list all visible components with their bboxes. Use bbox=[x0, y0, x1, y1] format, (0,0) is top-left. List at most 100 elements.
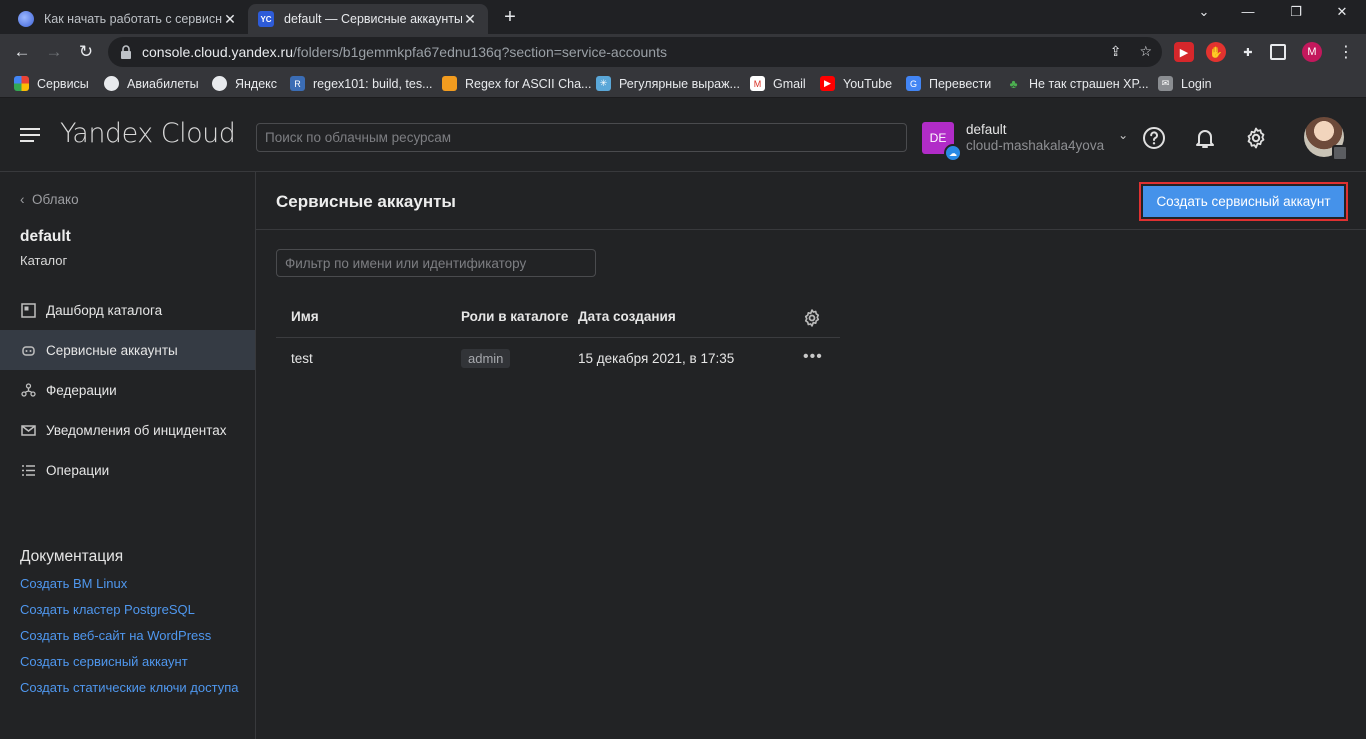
user-avatar[interactable] bbox=[1304, 117, 1348, 161]
apps-icon bbox=[14, 76, 29, 91]
sidebar-item-label: Федерации bbox=[46, 382, 117, 398]
doc-link-create-vm[interactable]: Создать ВМ Linux bbox=[20, 576, 240, 592]
column-header-name[interactable]: Имя bbox=[291, 309, 319, 324]
create-service-account-button[interactable]: Создать сервисный аккаунт bbox=[1143, 186, 1344, 217]
bookmarks-bar: Сервисы Авиабилеты Яндекс R regex101: bu… bbox=[0, 70, 1366, 98]
lock-icon bbox=[121, 45, 131, 59]
sidebar-item-service-accounts[interactable]: Сервисные аккаунты bbox=[0, 330, 255, 370]
gmail-icon: M bbox=[750, 76, 765, 91]
new-tab-icon[interactable]: + bbox=[498, 6, 522, 29]
bookmark-label: regex101: build, tes... bbox=[313, 76, 433, 91]
url-host: console.cloud.yandex.ru bbox=[142, 44, 293, 60]
settings-gear-icon[interactable] bbox=[1244, 126, 1268, 150]
sidebar-item-dashboard[interactable]: Дашборд каталога bbox=[0, 290, 255, 330]
bookmark-gmail[interactable]: M Gmail bbox=[750, 76, 806, 91]
search-input[interactable] bbox=[256, 123, 907, 152]
tree-icon: ♣ bbox=[1009, 76, 1018, 91]
translate-icon: G bbox=[906, 76, 921, 91]
folder-name: default bbox=[966, 122, 1007, 137]
table-row[interactable]: test admin 15 декабря 2021, в 17:35 ••• bbox=[276, 338, 840, 382]
robot-icon bbox=[20, 342, 36, 358]
filter-input[interactable] bbox=[276, 249, 596, 277]
adblock-icon[interactable]: ✋ bbox=[1206, 42, 1226, 62]
browser-tab-strip: Как начать работать с сервисны ✕ YC defa… bbox=[0, 0, 1366, 34]
minimize-icon[interactable]: — bbox=[1228, 4, 1268, 19]
row-actions-icon[interactable]: ••• bbox=[803, 348, 823, 366]
sidebar-item-operations[interactable]: Операции bbox=[0, 450, 255, 490]
bookmark-regex101[interactable]: R regex101: build, tes... bbox=[290, 76, 433, 91]
doc-link-static-keys[interactable]: Создать статические ключи доступа bbox=[20, 680, 240, 696]
bookmark-label: Regex for ASCII Cha... bbox=[465, 76, 592, 91]
puzzle-icon[interactable]: ✚ bbox=[1238, 42, 1258, 62]
back-to-cloud-link[interactable]: ‹ Облако bbox=[20, 192, 79, 207]
back-label: Облако bbox=[32, 192, 79, 207]
doc-link-wordpress[interactable]: Создать веб-сайт на WordPress bbox=[20, 628, 240, 644]
reload-icon[interactable]: ↻ bbox=[74, 40, 98, 64]
mail-icon: ✉ bbox=[1158, 76, 1173, 91]
cloud-icon: ☁ bbox=[944, 144, 962, 162]
forward-arrow-icon[interactable]: → bbox=[42, 40, 66, 64]
extension-red-icon[interactable]: ▶ bbox=[1174, 42, 1194, 62]
menu-icon[interactable] bbox=[20, 128, 40, 144]
close-icon[interactable]: ✕ bbox=[462, 11, 478, 28]
star-icon[interactable]: ☆ bbox=[1139, 43, 1152, 60]
address-bar[interactable]: console.cloud.yandex.ru /folders/b1gemmk… bbox=[108, 37, 1162, 67]
sidebar-item-label: Операции bbox=[46, 462, 110, 478]
sidebar-nav: Дашборд каталога Сервисные аккаунты Феде… bbox=[0, 290, 255, 490]
sidepanel-icon[interactable] bbox=[1270, 44, 1286, 60]
dashboard-icon bbox=[20, 302, 36, 318]
bookmark-yandex[interactable]: Яндекс bbox=[212, 76, 277, 91]
app-header: Yandex Cloud DE ☁ default cloud-mashakal… bbox=[0, 98, 1366, 172]
bookmark-label: Сервисы bbox=[37, 76, 89, 91]
column-header-created[interactable]: Дата создания bbox=[578, 309, 676, 324]
bookmark-label: Login bbox=[1181, 76, 1212, 91]
bookmark-regexp-ru[interactable]: ✳ Регулярные выраж... bbox=[596, 76, 740, 91]
globe-icon bbox=[212, 76, 227, 91]
back-arrow-icon[interactable]: ← bbox=[10, 40, 34, 64]
kebab-menu-icon[interactable]: ⋮ bbox=[1336, 42, 1356, 62]
tab-title: Как начать работать с сервисны bbox=[44, 12, 222, 26]
globe-icon bbox=[104, 76, 119, 91]
folder-avatar: DE ☁ bbox=[922, 122, 962, 162]
page-title: Сервисные аккаунты bbox=[276, 192, 456, 211]
help-icon[interactable] bbox=[1142, 126, 1166, 150]
sidebar-folder-name: default bbox=[20, 228, 71, 245]
close-window-icon[interactable]: ✕ bbox=[1322, 4, 1362, 20]
doc-link-postgresql[interactable]: Создать кластер PostgreSQL bbox=[20, 602, 240, 618]
sidebar-item-federations[interactable]: Федерации bbox=[0, 370, 255, 410]
share-icon[interactable]: ⇪ bbox=[1110, 43, 1122, 60]
bookmark-label: YouTube bbox=[843, 76, 893, 91]
yandex-cloud-logo[interactable]: Yandex Cloud bbox=[60, 118, 236, 149]
browser-tab-2[interactable]: YC default — Сервисные аккаунты ✕ bbox=[248, 4, 488, 34]
bookmark-login[interactable]: ✉ Login bbox=[1158, 76, 1212, 91]
browser-tab-1[interactable]: Как начать работать с сервисны ✕ bbox=[8, 4, 248, 34]
close-icon[interactable]: ✕ bbox=[222, 11, 238, 28]
bell-icon[interactable] bbox=[1193, 126, 1217, 150]
envelope-icon bbox=[20, 422, 36, 438]
account-switcher[interactable]: DE ☁ default cloud-mashakala4yova ⌄ bbox=[922, 122, 1129, 162]
bookmark-avia[interactable]: Авиабилеты bbox=[104, 76, 199, 91]
bookmark-label: Перевести bbox=[929, 76, 992, 91]
sidebar-item-label: Сервисные аккаунты bbox=[46, 342, 178, 358]
cell-name[interactable]: test bbox=[291, 351, 313, 366]
column-settings-gear-icon[interactable] bbox=[802, 308, 822, 328]
profile-avatar[interactable]: M bbox=[1302, 42, 1322, 62]
table-header: Имя Роли в каталоге Дата создания bbox=[276, 296, 840, 338]
column-header-roles[interactable]: Роли в каталоге bbox=[461, 309, 568, 324]
sidebar: ‹ Облако default Каталог Дашборд каталог… bbox=[0, 172, 256, 739]
restore-icon[interactable]: ❐ bbox=[1276, 4, 1316, 20]
youtube-icon: ▶ bbox=[820, 76, 835, 91]
sidebar-item-incident-notifications[interactable]: Уведомления об инцидентах bbox=[0, 410, 255, 450]
bookmark-translate[interactable]: G Перевести bbox=[906, 76, 991, 91]
bookmark-youtube[interactable]: ▶ YouTube bbox=[820, 76, 892, 91]
regex101-icon: R bbox=[290, 76, 305, 91]
bookmark-xp[interactable]: ♣ Не так страшен XP... bbox=[1006, 76, 1149, 91]
chevron-down-icon[interactable]: ⌄ bbox=[1184, 4, 1224, 20]
doc-link-service-account[interactable]: Создать сервисный аккаунт bbox=[20, 654, 240, 670]
chevron-down-icon: ⌄ bbox=[1118, 128, 1129, 142]
role-badge: admin bbox=[461, 349, 511, 368]
bookmark-services[interactable]: Сервисы bbox=[14, 76, 89, 91]
bookmark-regex-ascii[interactable]: Regex for ASCII Cha... bbox=[442, 76, 591, 91]
main-content: Сервисные аккаунты Создать сервисный акк… bbox=[256, 172, 1366, 739]
browser-toolbar: ← → ↻ console.cloud.yandex.ru /folders/b… bbox=[0, 34, 1366, 70]
